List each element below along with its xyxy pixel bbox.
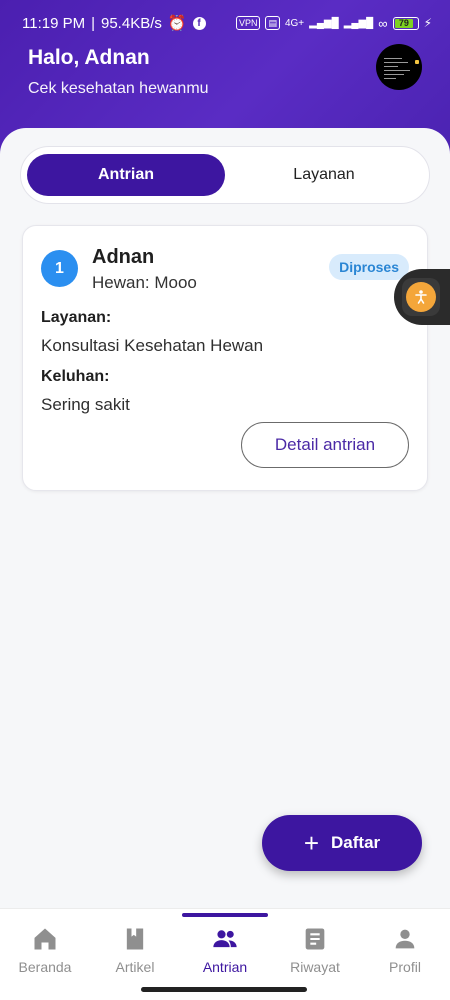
complaint-label: Keluhan: — [41, 368, 110, 385]
volte-icon: ▤ — [265, 16, 280, 30]
complaint-value: Sering sakit — [41, 395, 130, 414]
avatar[interactable] — [376, 44, 422, 90]
tab-antrian[interactable]: Antrian — [27, 154, 225, 196]
nav-label: Artikel — [115, 959, 155, 975]
fab-label: Daftar — [331, 833, 381, 852]
vpn-icon: VPN — [235, 16, 261, 30]
nav-label: Profil — [389, 959, 421, 975]
status-time: 11:19 PM — [22, 14, 86, 32]
accessibility-icon — [406, 282, 436, 312]
home-icon — [34, 928, 56, 950]
home-indicator[interactable] — [141, 987, 307, 992]
charging-icon: ⚡ — [423, 16, 432, 30]
register-fab[interactable]: + Daftar — [262, 815, 422, 871]
status-speed: 95.4KB/s — [101, 14, 162, 32]
tab-layanan[interactable]: Layanan — [225, 154, 423, 196]
nav-item-profil[interactable]: Profil — [360, 909, 450, 1000]
nav-item-beranda[interactable]: Beranda — [0, 909, 90, 1000]
facebook-icon: f — [192, 16, 206, 30]
queue-number-badge: 1 — [41, 250, 78, 287]
detail-queue-button[interactable]: Detail antrian — [241, 422, 409, 468]
nav-label: Beranda — [18, 959, 72, 975]
status-badge: Diproses — [329, 254, 409, 280]
accessibility-button[interactable] — [394, 269, 450, 325]
status-bar: 11:19 PM | 95.4KB/s ⏰ f VPN ▤ 4G+ ▂▄▆█ ▂… — [22, 14, 432, 33]
hotspot-icon: ∞ — [378, 15, 388, 31]
queue-card: 1 Adnan Hewan: Mooo Diproses Layanan: Ko… — [22, 225, 428, 491]
owner-name: Adnan — [92, 246, 155, 268]
people-icon — [213, 930, 237, 948]
nav-label: Riwayat — [290, 959, 340, 975]
signal-icon: ▂▄▆█ — [309, 17, 339, 29]
main-content: Antrian Layanan 1 Adnan Hewan: Mooo Dipr… — [0, 128, 450, 908]
battery-icon: 79 — [392, 16, 419, 30]
plus-icon: + — [303, 828, 320, 858]
service-label: Layanan: — [41, 309, 112, 326]
greeting-subtitle: Cek kesehatan hewanmu — [28, 80, 209, 97]
pet-name: Hewan: Mooo — [92, 273, 197, 292]
book-icon — [126, 928, 144, 950]
alarm-icon: ⏰ — [167, 15, 187, 32]
segment-toggle: Antrian Layanan — [20, 146, 430, 204]
signal2-icon: ▂▄▆█ — [343, 17, 374, 29]
document-icon — [305, 928, 325, 950]
network-label: 4G+ — [284, 17, 305, 29]
service-value: Konsultasi Kesehatan Hewan — [41, 336, 264, 355]
person-icon — [395, 929, 415, 949]
greeting-title: Halo, Adnan — [28, 46, 150, 69]
nav-label: Antrian — [202, 959, 248, 975]
